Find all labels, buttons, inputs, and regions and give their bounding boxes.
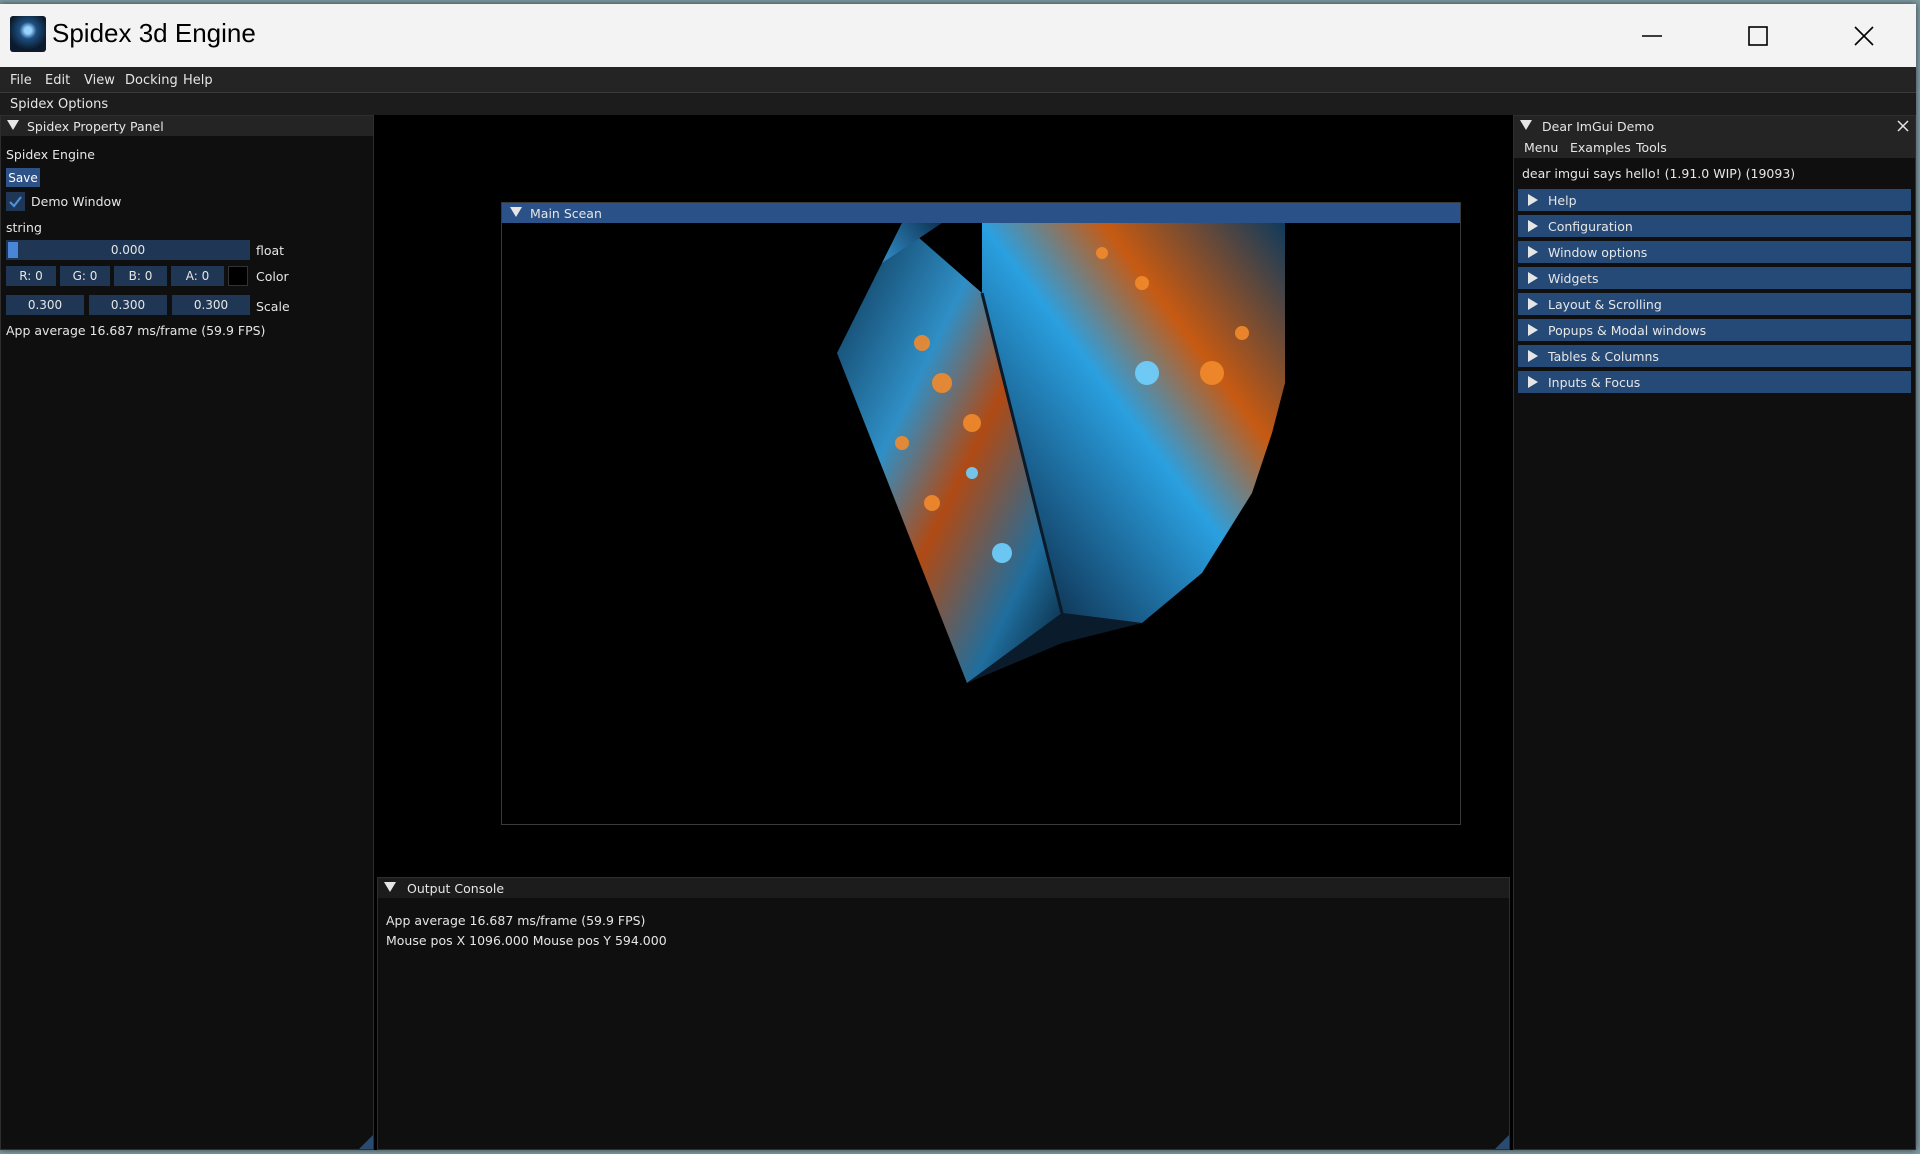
title-bar[interactable]: Spidex 3d Engine bbox=[0, 4, 1916, 67]
app-logo-icon bbox=[10, 16, 46, 52]
minimize-button[interactable] bbox=[1602, 4, 1702, 67]
property-panel-header[interactable]: Spidex Property Panel bbox=[1, 116, 373, 136]
imgui-demo-header[interactable]: Dear ImGui Demo bbox=[1514, 116, 1915, 136]
property-panel-title: Spidex Property Panel bbox=[27, 119, 164, 134]
demo-section-header[interactable]: Widgets bbox=[1518, 267, 1911, 289]
demo-section-header[interactable]: Layout & Scrolling bbox=[1518, 293, 1911, 315]
color-b-field[interactable]: B: 0 bbox=[114, 266, 167, 286]
string-label: string bbox=[6, 220, 42, 235]
slider-grab[interactable] bbox=[8, 242, 18, 258]
maximize-icon bbox=[1748, 25, 1768, 46]
property-panel: Spidex Property Panel Spidex Engine Save… bbox=[0, 115, 374, 1150]
scale-label: Scale bbox=[256, 299, 290, 314]
checkmark-icon bbox=[9, 196, 22, 208]
demo-section-label: Window options bbox=[1548, 245, 1648, 260]
color-a-field[interactable]: A: 0 bbox=[171, 266, 224, 286]
menu-file[interactable]: File bbox=[10, 73, 32, 88]
expand-arrow-icon[interactable] bbox=[1528, 376, 1538, 388]
demo-menu-examples[interactable]: Examples bbox=[1570, 140, 1631, 155]
demo-section-label: Help bbox=[1548, 193, 1577, 208]
demo-section-label: Configuration bbox=[1548, 219, 1633, 234]
save-button[interactable]: Save bbox=[6, 168, 40, 187]
collapse-arrow-icon[interactable] bbox=[1520, 120, 1532, 130]
main-scene-window: Main Scean bbox=[501, 202, 1461, 825]
demo-section-header[interactable]: Configuration bbox=[1518, 215, 1911, 237]
output-console-header[interactable]: Output Console bbox=[378, 878, 1509, 898]
options-bar-label[interactable]: Spidex Options bbox=[10, 97, 108, 112]
expand-arrow-icon[interactable] bbox=[1528, 298, 1538, 310]
expand-arrow-icon[interactable] bbox=[1528, 220, 1538, 232]
console-line: Mouse pos X 1096.000 Mouse pos Y 594.000 bbox=[386, 933, 667, 948]
main-scene-title: Main Scean bbox=[530, 206, 602, 221]
collapse-arrow-icon[interactable] bbox=[384, 882, 396, 892]
demo-menu-menu[interactable]: Menu bbox=[1524, 140, 1558, 155]
demo-section-label: Layout & Scrolling bbox=[1548, 297, 1662, 312]
menu-docking[interactable]: Docking bbox=[125, 73, 178, 88]
maximize-button[interactable] bbox=[1708, 4, 1808, 67]
color-swatch[interactable] bbox=[228, 266, 248, 286]
demo-section-header[interactable]: Popups & Modal windows bbox=[1518, 319, 1911, 341]
fps-text: App average 16.687 ms/frame (59.9 FPS) bbox=[6, 323, 266, 338]
rendered-textured-cube[interactable] bbox=[502, 223, 1460, 824]
float-label: float bbox=[256, 243, 285, 258]
demo-section-label: Tables & Columns bbox=[1548, 349, 1659, 364]
minimize-icon bbox=[1642, 34, 1662, 37]
demo-section-label: Inputs & Focus bbox=[1548, 375, 1641, 390]
scale-x-field[interactable]: 0.300 bbox=[6, 295, 84, 315]
collapse-arrow-icon[interactable] bbox=[510, 207, 522, 217]
window-title: Spidex 3d Engine bbox=[52, 18, 256, 48]
demo-section-label: Widgets bbox=[1548, 271, 1599, 286]
expand-arrow-icon[interactable] bbox=[1528, 194, 1538, 206]
color-r-field[interactable]: R: 0 bbox=[6, 266, 56, 286]
expand-arrow-icon[interactable] bbox=[1528, 324, 1538, 336]
close-button[interactable] bbox=[1814, 4, 1914, 67]
imgui-hello-text: dear imgui says hello! (1.91.0 WIP) (190… bbox=[1522, 166, 1796, 181]
output-console-title: Output Console bbox=[407, 881, 505, 896]
demo-section-header[interactable]: Inputs & Focus bbox=[1518, 371, 1911, 393]
engine-label: Spidex Engine bbox=[6, 147, 95, 162]
float-value: 0.000 bbox=[110, 243, 146, 257]
color-g-field[interactable]: G: 0 bbox=[60, 266, 110, 286]
demo-section-label: Popups & Modal windows bbox=[1548, 323, 1707, 338]
imgui-demo-menu-bar: Menu Examples Tools bbox=[1514, 136, 1915, 158]
expand-arrow-icon[interactable] bbox=[1528, 272, 1538, 284]
menu-help[interactable]: Help bbox=[183, 73, 213, 88]
options-bar: Spidex Options bbox=[0, 93, 1916, 115]
menu-view[interactable]: View bbox=[84, 73, 115, 88]
resize-grip[interactable] bbox=[1495, 1135, 1509, 1149]
menu-bar: File Edit View Docking Help bbox=[0, 67, 1916, 93]
imgui-demo-title: Dear ImGui Demo bbox=[1542, 119, 1655, 134]
demo-menu-tools[interactable]: Tools bbox=[1636, 140, 1667, 155]
expand-arrow-icon[interactable] bbox=[1528, 350, 1538, 362]
app-window: Spidex 3d Engine File Edit View Docking … bbox=[0, 4, 1916, 1150]
demo-section-header[interactable]: Window options bbox=[1518, 241, 1911, 263]
console-line: App average 16.687 ms/frame (59.9 FPS) bbox=[386, 913, 646, 928]
imgui-demo-window: Dear ImGui Demo Menu Examples Tools dear… bbox=[1513, 115, 1916, 1150]
scale-z-field[interactable]: 0.300 bbox=[172, 295, 250, 315]
demo-window-label: Demo Window bbox=[31, 194, 122, 209]
demo-section-header[interactable]: Help bbox=[1518, 189, 1911, 211]
float-slider[interactable]: 0.000 bbox=[6, 240, 250, 260]
demo-window-checkbox[interactable] bbox=[6, 192, 25, 211]
demo-section-header[interactable]: Tables & Columns bbox=[1518, 345, 1911, 367]
main-scene-header[interactable]: Main Scean bbox=[502, 203, 1460, 223]
color-label: Color bbox=[256, 269, 289, 284]
output-console: Output Console App average 16.687 ms/fra… bbox=[377, 877, 1510, 1150]
close-icon bbox=[1854, 25, 1874, 46]
expand-arrow-icon[interactable] bbox=[1528, 246, 1538, 258]
collapse-arrow-icon[interactable] bbox=[7, 120, 19, 130]
scale-y-field[interactable]: 0.300 bbox=[89, 295, 167, 315]
menu-edit[interactable]: Edit bbox=[45, 73, 70, 88]
close-icon[interactable] bbox=[1897, 120, 1909, 132]
resize-grip[interactable] bbox=[359, 1135, 373, 1149]
